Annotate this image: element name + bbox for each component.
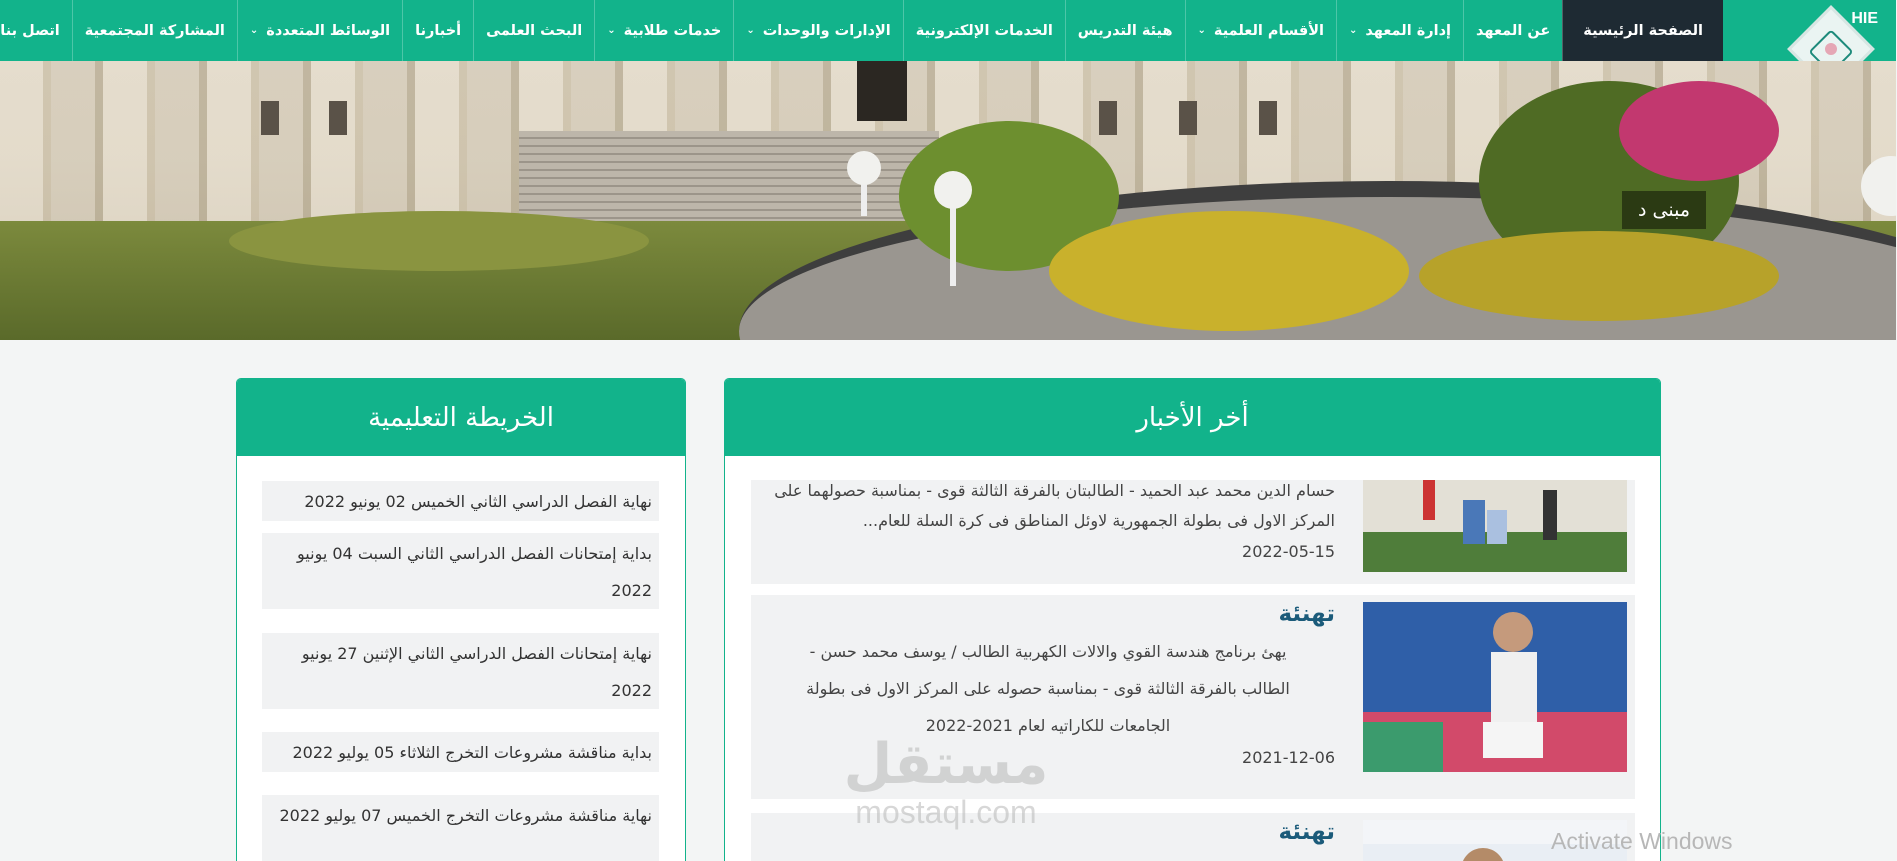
nav-label: الوسائط المتعددة [267,22,392,39]
lamp-post [951,196,957,286]
chevron-down-icon: ⌄ [747,25,756,36]
calendar-item: نهاية إمتحانات الفصل الدراسي الثاني الإث… [263,633,660,709]
building-door [858,61,908,121]
nav-label: خدمات طلابية [624,22,723,39]
flower-bush [1620,81,1780,181]
nav-label: أخبارنا [416,22,463,39]
chevron-down-icon: ⌄ [250,25,260,36]
nav-item-departments[interactable]: الأقسام العلمية ⌄ [1185,0,1337,61]
news-content: تهنئة [762,813,1336,845]
nav-label: الإدارات والوحدات [763,22,892,39]
news-thumbnail [1364,480,1628,572]
nav-label: الأقسام العلمية [1214,22,1326,39]
news-content: تهنئة يهئ برنامج هندسة القوي والالات الك… [762,595,1336,767]
nav-label: عن المعهد [1477,22,1552,39]
nav-item-contact[interactable]: اتصل بنا [0,0,73,61]
lamp-globe [848,151,882,185]
chevron-down-icon: ⌄ [1198,25,1207,36]
window [1260,101,1278,135]
activate-windows-notice: Activate Windows [1552,828,1734,854]
window [262,101,280,135]
window [1100,101,1118,135]
news-item[interactable]: تهنئة [752,813,1636,861]
calendar-item: نهاية الفصل الدراسي الثاني الخميس 02 يون… [263,481,660,521]
news-date: 2022-05-15 [1243,542,1336,561]
logo-badge: HIE [1852,10,1879,27]
nav-item-about[interactable]: عن المعهد [1464,0,1563,61]
garden-shrub [1050,211,1410,331]
window [330,101,348,135]
nav-item-units[interactable]: الإدارات والوحدات ⌄ [734,0,903,61]
hero-slider[interactable]: مبنى د [0,61,1897,340]
nav-item-multimedia[interactable]: الوسائط المتعددة ⌄ [237,0,403,61]
nav-label: الخدمات الإلكترونية [916,22,1054,39]
nav-menu: الصفحة الرئيسية عن المعهد إدارة المعهد ⌄ … [0,0,1724,61]
panel-title: الخريطة التعليمية [238,379,686,456]
nav-item-faculty[interactable]: هيئة التدريس [1065,0,1186,61]
news-item[interactable]: حسام الدين محمد عبد الحميد - الطالبتان ب… [752,480,1636,584]
nav-label: الصفحة الرئيسية [1584,22,1704,39]
news-title: تهنئة [1279,601,1336,627]
garden-hedge [230,211,650,271]
panel-title: أخر الأخبار [726,379,1661,456]
news-date: 2021-12-06 [1243,748,1336,767]
nav-item-research[interactable]: البحث العلمى [474,0,595,61]
nav-label: المشاركة المجتمعية [85,22,226,39]
nav-item-student-services[interactable]: خدمات طلابية ⌄ [595,0,734,61]
news-item[interactable]: تهنئة يهئ برنامج هندسة القوي والالات الك… [752,595,1636,799]
main-navbar: HIE الصفحة الرئيسية عن المعهد إدارة المع… [0,0,1897,93]
nav-label: البحث العلمى [487,22,584,39]
nav-item-news[interactable]: أخبارنا [403,0,474,61]
news-thumbnail [1364,602,1628,772]
news-text: يهئ برنامج هندسة القوي والالات الكهربية … [807,642,1291,735]
news-title: تهنئة [1279,819,1336,845]
nav-label: اتصل بنا [1,22,61,39]
nav-label: هيئة التدريس [1078,22,1174,39]
chevron-down-icon: ⌄ [608,25,617,36]
calendar-item: بداية مناقشة مشروعات التخرج الثلاثاء 05 … [263,732,660,772]
nav-item-e-services[interactable]: الخدمات الإلكترونية [903,0,1066,61]
nav-item-administration[interactable]: إدارة المعهد ⌄ [1337,0,1464,61]
calendar-item: بداية إمتحانات الفصل الدراسي الثاني السب… [263,533,660,609]
lamp-globe [935,171,973,209]
nav-item-home[interactable]: الصفحة الرئيسية [1563,0,1724,61]
calendar-item: نهاية مناقشة مشروعات التخرج الخميس 07 يو… [263,795,660,861]
nav-item-community[interactable]: المشاركة المجتمعية [72,0,238,61]
news-text: حسام الدين محمد عبد الحميد - الطالبتان ب… [775,481,1336,530]
slide-caption: مبنى د [1623,191,1707,229]
educational-map-panel: الخريطة التعليمية نهاية الفصل الدراسي ال… [237,378,687,861]
chevron-down-icon: ⌄ [1350,25,1359,36]
news-content: حسام الدين محمد عبد الحميد - الطالبتان ب… [762,480,1336,561]
window [1180,101,1198,135]
garden-shrub [1420,231,1780,321]
nav-label: إدارة المعهد [1366,22,1453,39]
latest-news-panel: أخر الأخبار حسام الدين محمد عبد الحميد -… [725,378,1662,861]
